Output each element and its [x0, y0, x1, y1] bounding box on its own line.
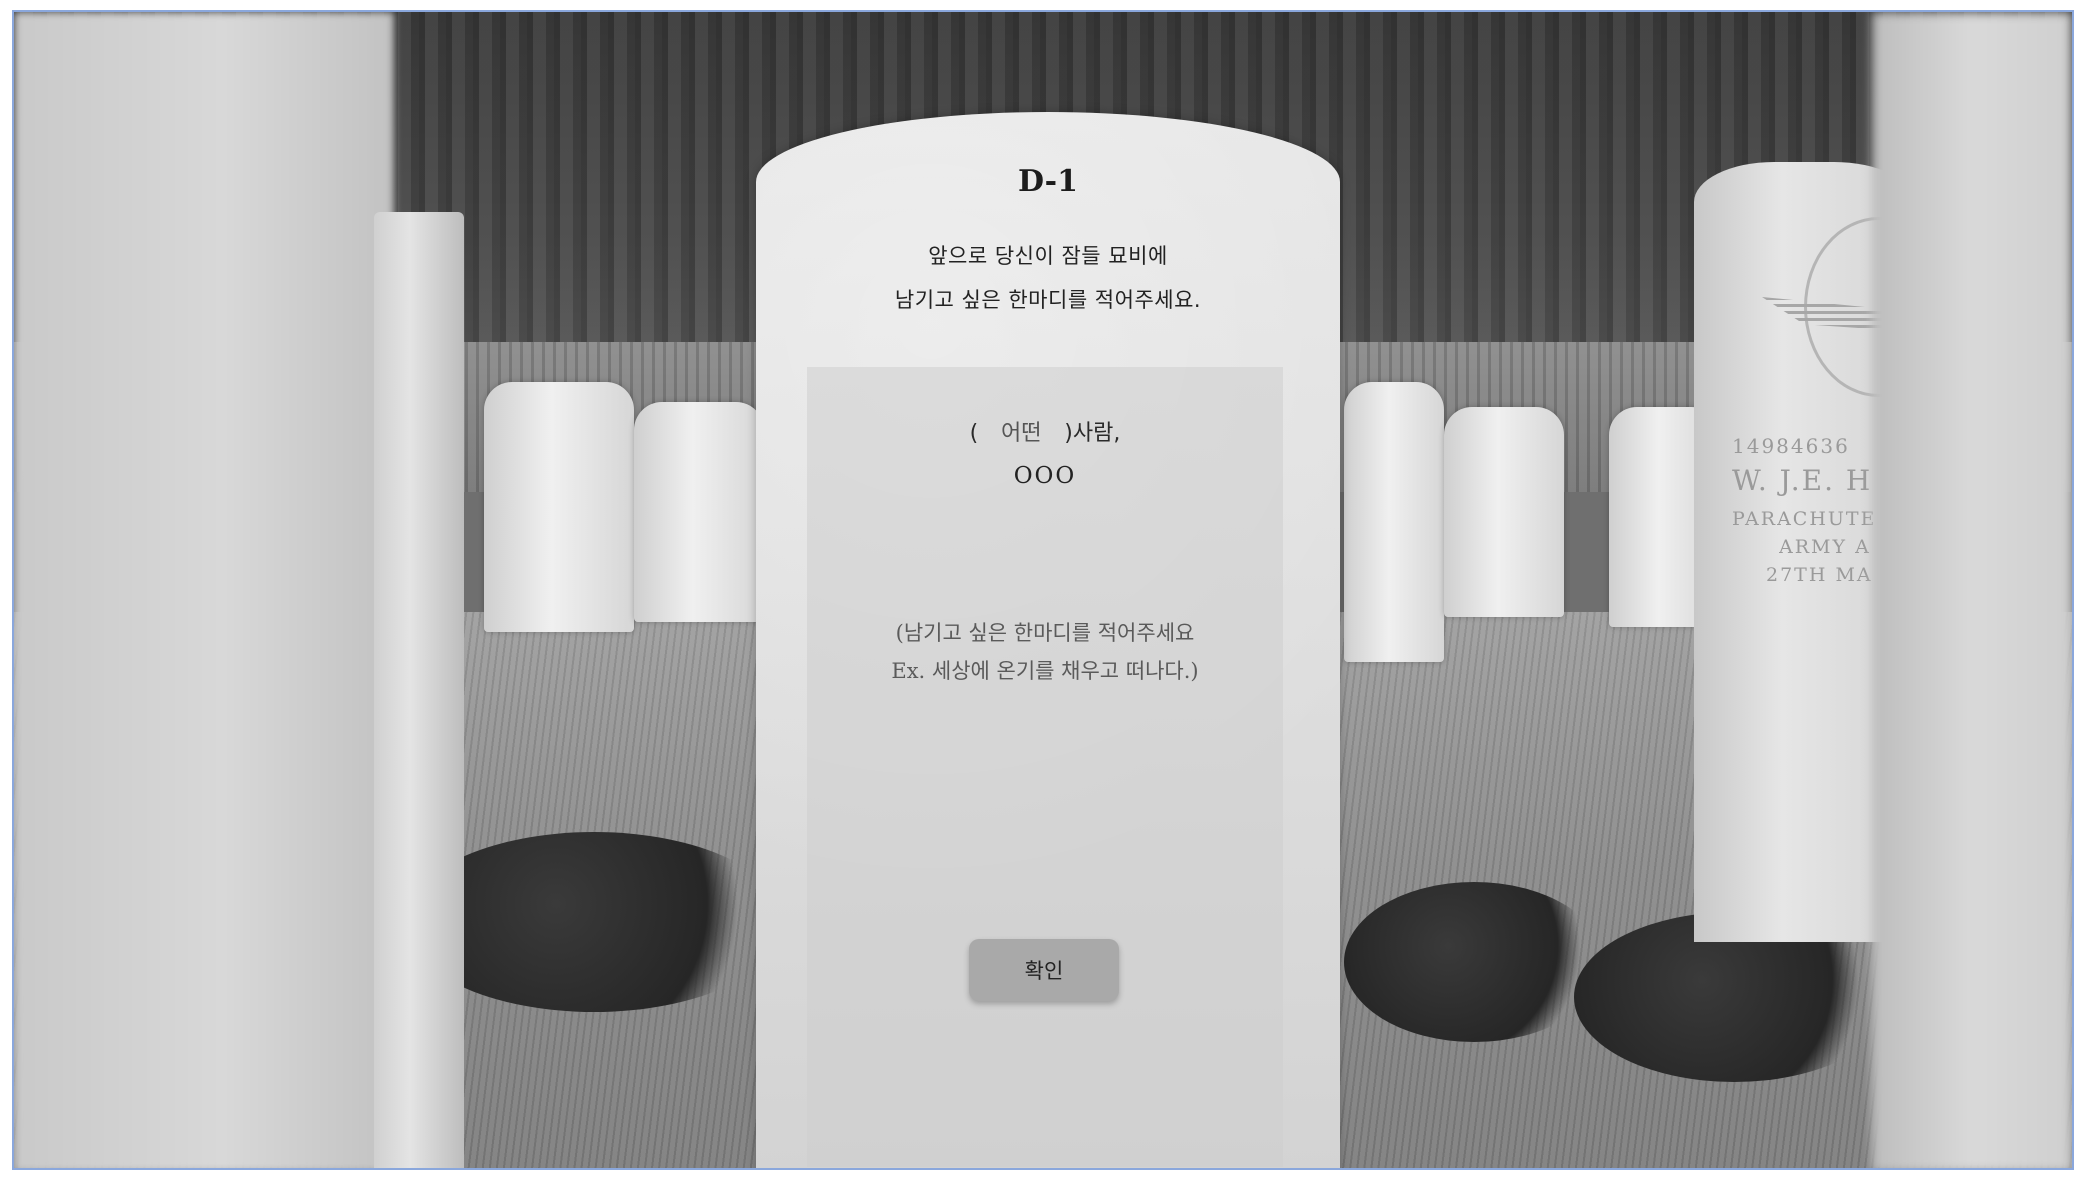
background-gravestone [634, 402, 764, 622]
instruction-line-1: 앞으로 당신이 잠들 묘비에 [928, 244, 1168, 268]
foreground-blurred-stone-left [14, 12, 394, 1168]
background-gravestone [1444, 407, 1564, 617]
confirm-button[interactable]: 확인 [969, 939, 1119, 1001]
app-frame: 14984636 W. J.E. H PARACHUTE ARMY A 27TH… [12, 10, 2074, 1170]
instruction-line-2: 남기고 싶은 한마디를 적어주세요. [894, 288, 1202, 312]
background-gravestone [1344, 382, 1444, 662]
tombstone: D-1 앞으로 당신이 잠들 묘비에 남기고 싶은 한마디를 적어주세요. ( … [756, 112, 1340, 1168]
person-suffix: )사람, [1064, 421, 1121, 446]
name-field[interactable]: OOO [807, 463, 1283, 489]
adjective-input[interactable]: 어떤 [985, 415, 1057, 447]
person-descriptor-row: ( 어떤 )사람, [807, 415, 1283, 447]
foreground-blurred-stone-right [1872, 12, 2072, 1168]
page-title: D-1 [1018, 164, 1078, 199]
epitaph-form: ( 어떤 )사람, OOO (남기고 싶은 한마디를 적어주세요 Ex. 세상에… [807, 367, 1283, 1167]
paren-open: ( [969, 421, 979, 446]
background-shrub [1344, 882, 1604, 1042]
background-gravestone [484, 382, 634, 632]
background-gravestone-edge [374, 212, 464, 1168]
epitaph-input-line-1[interactable]: (남기고 싶은 한마디를 적어주세요 [827, 617, 1263, 647]
epitaph-input-line-2[interactable]: Ex. 세상에 온기를 채우고 떠나다.) [827, 655, 1263, 685]
